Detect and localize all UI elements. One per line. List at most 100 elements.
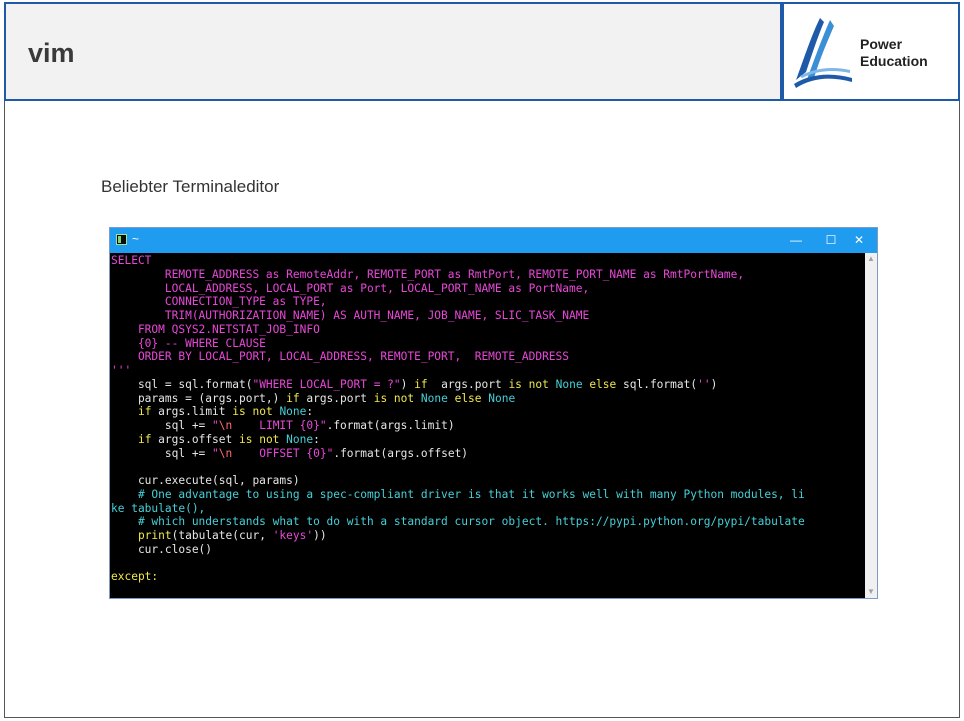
terminal-title: ~ [132,232,140,246]
code-line: if args.offset is not None: [111,433,320,446]
code-token: sql += [111,419,213,432]
code-token: LOCAL_ADDRESS, LOCAL_PORT as Port, LOCAL… [111,281,590,295]
code-token: None [555,377,583,391]
logo-line-2: Education [860,53,928,69]
code-token: sql += [111,446,213,460]
code-token: if [286,391,300,405]
code-token: SELECT [111,254,152,267]
scroll-down-arrow-icon[interactable]: ▼ [865,586,877,598]
code-line: cur.close() [111,543,212,556]
code-line: sql = sql.format("WHERE LOCAL_PORT = ?")… [111,378,717,391]
code-token: params = (args.port,) [111,391,287,405]
code-token: is not [508,377,549,391]
code-token: ORDER BY LOCAL_PORT, LOCAL_ADDRESS, REMO… [111,350,570,364]
code-token: {0} -- WHERE CLAUSE [111,336,266,350]
code-token: # which understands what to do with a st… [111,515,805,529]
code-token: ''' [111,364,132,377]
code-token: OFFSET {0}" [232,446,334,460]
code-token: TRIM(AUTHORIZATION_NAME) AS AUTH_NAME, J… [111,309,590,322]
close-button[interactable]: ✕ [844,231,874,249]
code-line: # which understands what to do with a st… [111,515,805,528]
code-token: ) [400,377,415,391]
code-line: FROM QSYS2.NETSTAT_JOB_INFO [111,323,320,336]
code-line: ''' [111,364,131,377]
power-education-logo-icon [794,18,852,88]
terminal-window[interactable]: ~ — ☐ ✕ SELECT REMOTE_ADDRESS as RemoteA… [109,227,878,599]
code-token: : [306,405,314,419]
code-token: .format(args.offset) [333,446,469,460]
code-token: )) [313,529,327,542]
terminal-app-icon[interactable] [116,234,127,245]
code-token: print [137,529,172,542]
code-token: \n [218,446,233,460]
code-line: cur.execute(sql, params) [111,474,300,487]
code-token: args.limit [151,405,233,419]
code-token: : [313,432,320,446]
code-token: args.port [299,391,374,405]
code-line: params = (args.port,) if args.port is no… [111,392,515,405]
slide-title: vim [28,38,75,68]
code-token: args.port [427,377,509,391]
code-token: is not [239,432,280,446]
code-token: cur.execute(sql, params) [111,474,300,487]
code-line: LOCAL_ADDRESS, LOCAL_PORT as Port, LOCAL… [111,282,589,295]
code-token: .format(args.limit) [326,419,455,432]
code-token: cur.close() [111,542,213,556]
code-token: # One advantage to using a spec-complian… [111,487,805,501]
code-token: '' [697,377,711,391]
code-token: \n [218,419,233,432]
code-line: TRIM(AUTHORIZATION_NAME) AS AUTH_NAME, J… [111,309,589,322]
code-token: (tabulate(cur, [171,529,273,542]
code-token: CONNECTION_TYPE as TYPE, [111,295,327,309]
code-token: None [286,432,314,446]
code-line: CONNECTION_TYPE as TYPE, [111,295,327,308]
code-token: None [279,405,307,419]
code-token: ke tabulate(), [111,501,206,515]
code-line: SELECT [111,254,151,267]
code-token: if [414,377,428,391]
code-token: " [212,419,219,432]
terminal-titlebar[interactable]: ~ — ☐ ✕ [110,228,877,253]
code-token: if [137,405,152,419]
code-token: else [589,377,617,391]
code-line: # One advantage to using a spec-complian… [111,488,805,501]
code-token: sql.format( [616,377,698,391]
code-token: sql = sql.format( [111,377,253,391]
logo: Power Education [780,4,958,99]
code-token: REMOTE_ADDRESS as RemoteAddr, REMOTE_POR… [111,267,745,281]
code-token: except: [111,570,159,584]
logo-line-1: Power [860,36,903,52]
code-line: ORDER BY LOCAL_PORT, LOCAL_ADDRESS, REMO… [111,350,569,363]
code-token: if [137,432,152,446]
slide-subtitle: Beliebter Terminaleditor [101,177,280,196]
vertical-scrollbar[interactable]: ▲ ▼ [865,253,877,598]
minimize-button[interactable]: — [781,231,811,249]
code-token: " [212,446,219,460]
code-line: print(tabulate(cur, 'keys')) [111,529,327,542]
terminal-text-area[interactable]: SELECT REMOTE_ADDRESS as RemoteAddr, REM… [110,253,865,598]
code-token: None [420,391,448,405]
code-line: REMOTE_ADDRESS as RemoteAddr, REMOTE_POR… [111,268,744,281]
code-token: LIMIT {0}" [232,419,327,432]
code-token: FROM QSYS2.NETSTAT_JOB_INFO [111,322,320,336]
code-token: ) [710,377,718,391]
code-line: {0} -- WHERE CLAUSE [111,337,266,350]
logo-text: Power Education [860,36,928,70]
maximize-button[interactable]: ☐ [816,231,846,249]
code-token: "WHERE LOCAL_PORT = ?" [252,377,401,391]
code-token: args.offset [151,432,239,446]
code-line: if args.limit is not None: [111,405,313,418]
code-token: None [488,391,516,405]
code-token: else [454,391,482,405]
code-token: 'keys' [272,529,314,542]
code-line: sql += "\n LIMIT {0}".format(args.limit) [111,419,455,432]
scroll-up-arrow-icon[interactable]: ▲ [865,253,877,265]
code-token: is not [232,405,273,419]
slide-header: vim Power Education [4,2,960,101]
